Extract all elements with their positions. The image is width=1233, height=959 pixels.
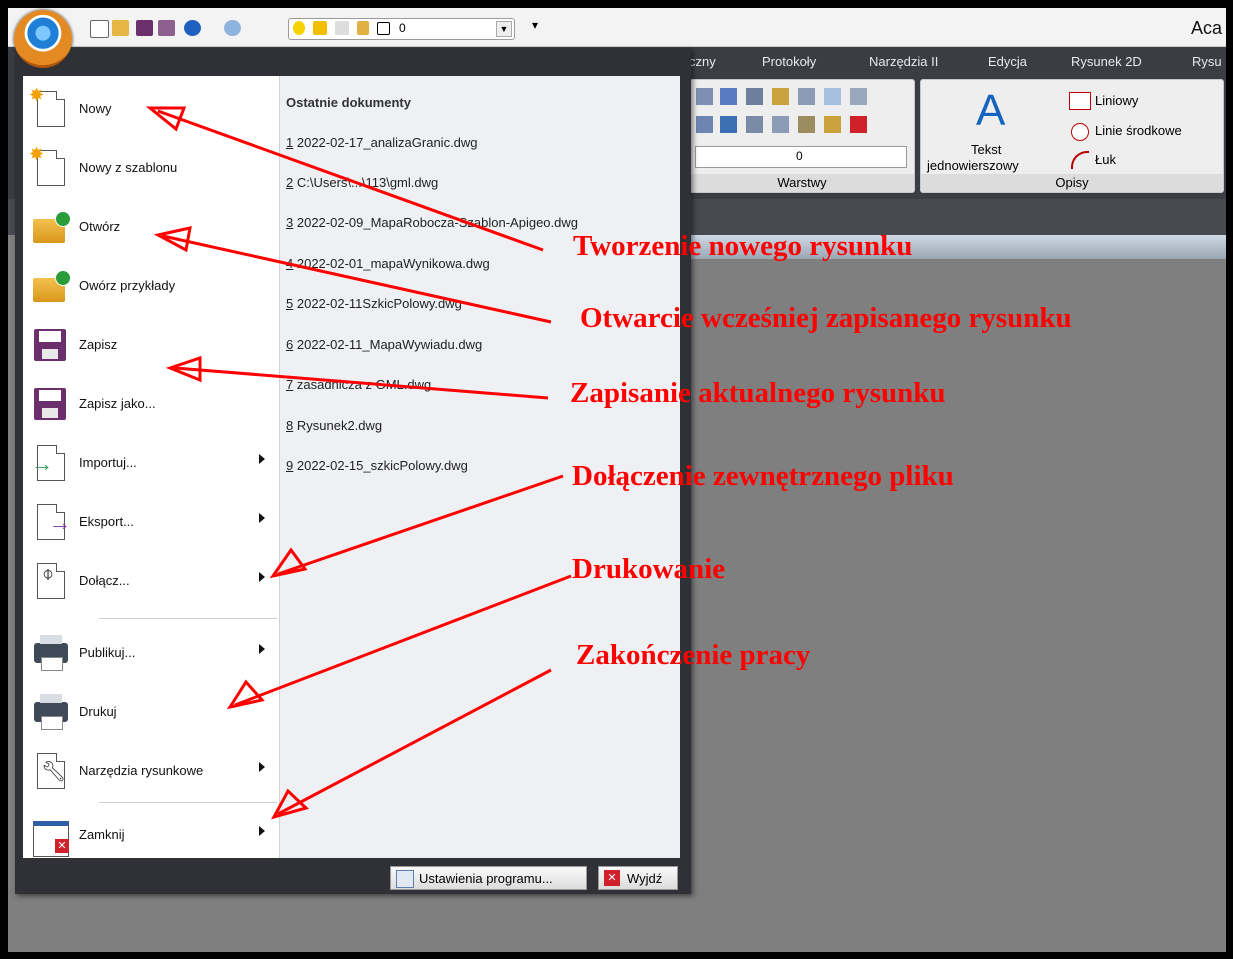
annotation-printing: Drukowanie [572, 553, 726, 585]
annotation-arrowhead [145, 106, 187, 132]
annotation-arrow-line [277, 474, 564, 576]
annotation-save-drawing: Zapisanie aktualnego rysunku [570, 377, 946, 409]
annotation-arrowhead [226, 679, 265, 710]
annotation-open-drawing: Otwarcie wcześniej zapisanego rysunku [580, 302, 1072, 334]
app-window: 0 ▼ ▾ Aca czny Protokoły Narzędzia II Ed… [8, 8, 1226, 952]
annotation-arrow-line [162, 234, 552, 324]
annotation-new-drawing: Tworzenie nowego rysunku [573, 230, 913, 262]
annotation-arrow-line [157, 109, 544, 252]
annotation-arrow-line [174, 366, 549, 400]
annotation-finish-work: Zakończenie pracy [576, 639, 811, 671]
annotation-arrowhead [269, 547, 308, 579]
annotation-attach-file: Dołączenie zewnętrznego pliku [572, 460, 954, 492]
annotation-arrow-line [277, 668, 552, 816]
